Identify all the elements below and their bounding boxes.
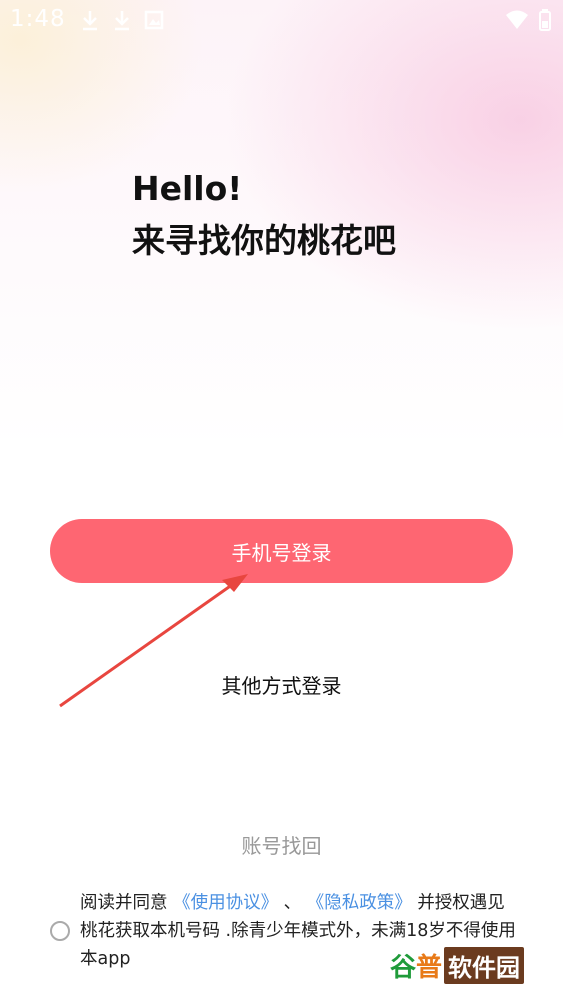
user-agreement-link[interactable]: 《使用协议》 — [173, 893, 278, 913]
account-recovery-link[interactable]: 账号找回 — [0, 830, 563, 859]
agreement-separator: 、 — [283, 893, 302, 913]
download-icon — [83, 11, 97, 31]
greeting: Hello! 来寻找你的桃花吧 — [132, 163, 396, 267]
agreement-prefix: 阅读并同意 — [80, 893, 168, 913]
greeting-title: Hello! — [132, 169, 243, 208]
other-login-link[interactable]: 其他方式登录 — [0, 670, 563, 699]
battery-icon — [539, 9, 551, 31]
status-notifications — [80, 9, 164, 31]
status-time: 1:48 — [10, 6, 66, 32]
watermark-logo: 谷 普 软件园 — [390, 942, 555, 988]
agreement-checkbox[interactable] — [50, 921, 70, 941]
privacy-policy-link[interactable]: 《隐私政策》 — [307, 893, 412, 913]
watermark-part1: 谷 — [390, 952, 417, 983]
status-system-icons — [505, 9, 551, 31]
image-icon — [144, 10, 164, 30]
watermark-part3: 软件园 — [444, 946, 525, 984]
wifi-icon — [506, 10, 528, 29]
greeting-subtitle: 来寻找你的桃花吧 — [132, 221, 396, 260]
phone-login-button[interactable]: 手机号登录 — [50, 519, 513, 583]
watermark-part2: 普 — [416, 952, 443, 983]
download-icon — [115, 11, 129, 31]
status-bar: 1:48 — [0, 0, 563, 40]
